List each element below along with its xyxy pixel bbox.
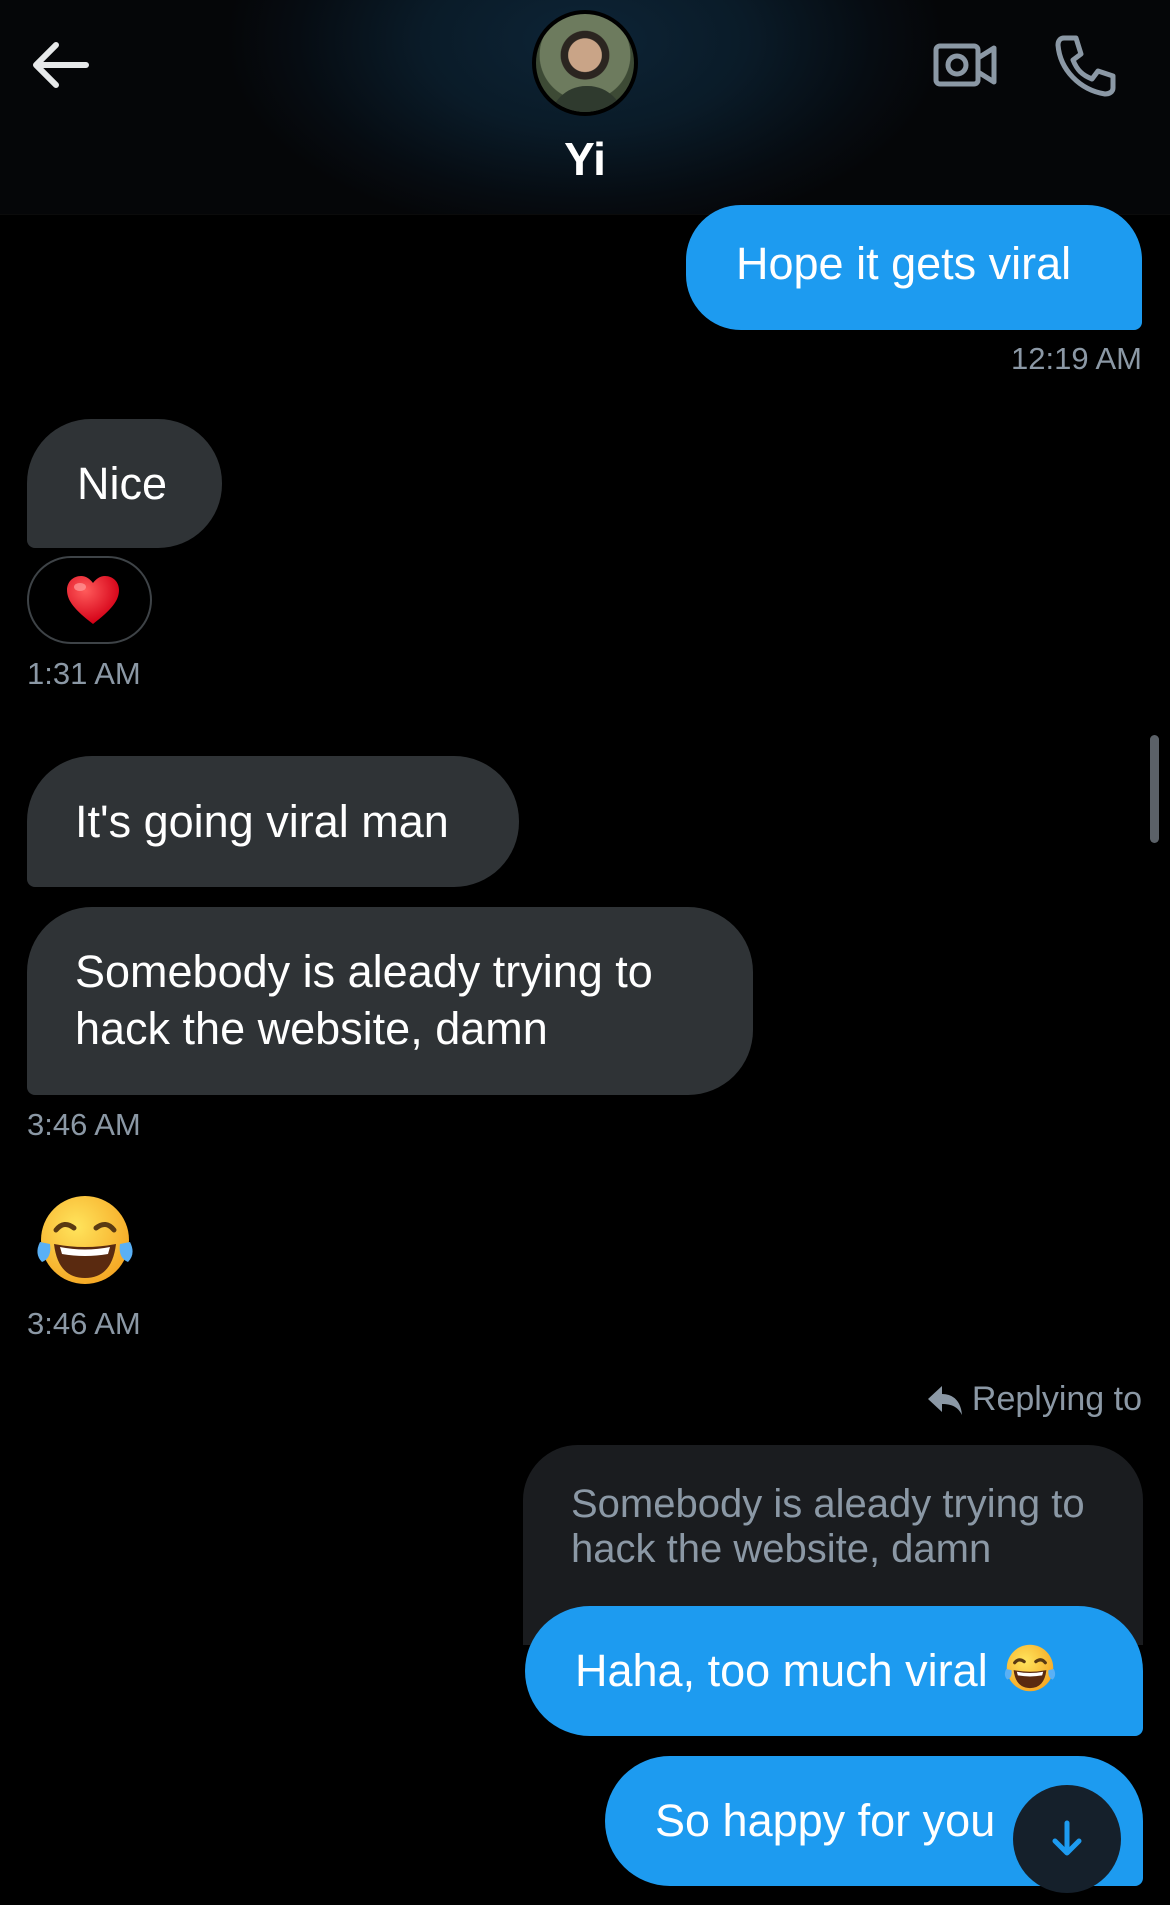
replying-to-text: Replying to (971, 1380, 1142, 1418)
message-text: It's going viral man (75, 796, 449, 847)
video-call-icon (933, 43, 997, 87)
message-timestamp: 3:46 AM (27, 1306, 141, 1341)
quoted-text: Somebody is aleady trying to hack the we… (571, 1482, 1085, 1571)
message-reaction[interactable] (27, 556, 152, 644)
message-text: Nice (77, 458, 168, 509)
message-timestamp: 1:31 AM (27, 656, 141, 691)
heart-emoji (67, 576, 119, 624)
replying-to-label: Replying to (926, 1380, 1142, 1419)
message-text: Somebody is aleady trying to hack the we… (75, 946, 653, 1054)
incoming-message[interactable]: It's going viral man (27, 756, 519, 887)
incoming-message[interactable]: Nice (27, 419, 222, 548)
face-with-tears-of-joy-emoji (1004, 1644, 1055, 1692)
contact-avatar[interactable] (532, 10, 638, 116)
video-call-button[interactable] (930, 30, 1000, 100)
message-timestamp: 3:46 AM (27, 1107, 141, 1142)
conversation-header: Yi (0, 0, 1170, 215)
message-text: Hope it gets viral (736, 238, 1072, 289)
contact-name[interactable]: Yi (0, 132, 1170, 186)
scrollbar-thumb[interactable] (1150, 735, 1159, 843)
phone-call-icon (1055, 35, 1116, 97)
face-with-tears-of-joy-emoji[interactable] (32, 1192, 138, 1288)
reply-arrow-icon (927, 1385, 962, 1415)
avatar-shirt (550, 86, 624, 112)
arrow-down-icon (1052, 1820, 1082, 1856)
back-arrow-icon (33, 42, 89, 88)
outgoing-message[interactable]: Haha, too much viral (525, 1606, 1143, 1736)
outgoing-message[interactable]: Hope it gets viral (686, 205, 1142, 330)
message-timestamp: 12:19 AM (1011, 341, 1142, 376)
message-text: Haha, too much viral (575, 1645, 988, 1696)
scroll-to-bottom-button[interactable] (1013, 1785, 1121, 1893)
incoming-message[interactable]: Somebody is aleady trying to hack the we… (27, 907, 753, 1095)
message-text: So happy for you (655, 1795, 996, 1846)
back-button[interactable] (26, 30, 96, 100)
phone-call-button[interactable] (1050, 30, 1120, 100)
